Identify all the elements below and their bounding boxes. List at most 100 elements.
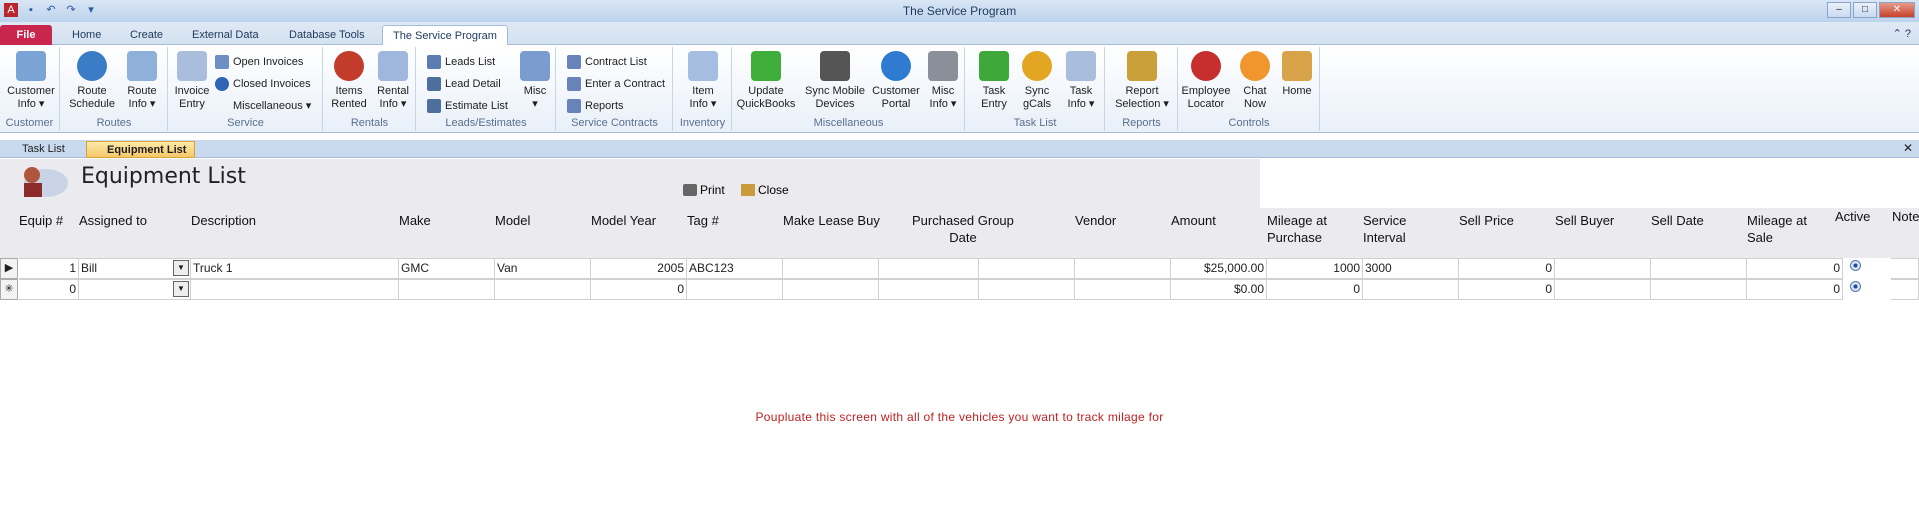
cell-date[interactable] xyxy=(979,258,1075,279)
cell-mileage-sale[interactable]: 0 xyxy=(1747,279,1843,300)
cell-make[interactable]: GMC xyxy=(399,258,495,279)
home-button[interactable]: Home xyxy=(1277,51,1317,98)
invoice-entry-button[interactable]: Invoice Entry xyxy=(171,51,213,111)
cell-service-interval[interactable]: 3000 xyxy=(1363,258,1459,279)
task-info-button[interactable]: Task Info ▾ xyxy=(1060,51,1102,111)
cell-vendor[interactable] xyxy=(1075,279,1171,300)
close-window-button[interactable]: ✕ xyxy=(1879,2,1915,18)
cell-description[interactable] xyxy=(191,279,399,300)
cell-equip[interactable]: 0 xyxy=(19,279,79,300)
update-quickbooks-button[interactable]: Update QuickBooks xyxy=(735,51,797,111)
cell-sell-date[interactable] xyxy=(1651,258,1747,279)
tab-create[interactable]: Create xyxy=(120,25,173,45)
cell-model-year[interactable]: 2005 xyxy=(591,258,687,279)
chrome-icon xyxy=(1022,51,1052,81)
sync-mobile-button[interactable]: Sync Mobile Devices xyxy=(801,51,869,111)
employee-locator-button[interactable]: Employee Locator xyxy=(1179,51,1233,111)
assigned-dropdown-arrow[interactable]: ▼ xyxy=(173,260,189,276)
cell-amount[interactable]: $0.00 xyxy=(1171,279,1267,300)
cell-amount[interactable]: $25,000.00 xyxy=(1171,258,1267,279)
minimize-button[interactable]: – xyxy=(1827,2,1851,18)
cell-purchased-group[interactable] xyxy=(879,258,979,279)
leads-list-button[interactable]: Leads List xyxy=(427,53,495,71)
tab-the-service-program[interactable]: The Service Program xyxy=(382,25,508,45)
item-info-button[interactable]: Item Info ▾ xyxy=(680,51,726,111)
group-miscellaneous: Update QuickBooks Sync Mobile Devices Cu… xyxy=(733,47,965,131)
cell-make-lease-buy[interactable] xyxy=(783,279,879,300)
maximize-button[interactable]: □ xyxy=(1853,2,1877,18)
cell-sell-date[interactable] xyxy=(1651,279,1747,300)
doc-tab-equipment-list[interactable]: Equipment List xyxy=(86,141,196,158)
cell-make[interactable] xyxy=(399,279,495,300)
help-icon[interactable]: ⌃ ? xyxy=(1893,27,1911,40)
contract-list-button[interactable]: Contract List xyxy=(567,53,647,71)
contract-reports-button[interactable]: Reports xyxy=(567,97,624,115)
items-rented-button[interactable]: Items Rented xyxy=(328,51,370,111)
lead-detail-button[interactable]: Lead Detail xyxy=(427,75,501,93)
cell-model[interactable] xyxy=(495,279,591,300)
cell-model[interactable]: Van xyxy=(495,258,591,279)
cell-mileage-purchase[interactable]: 0 xyxy=(1267,279,1363,300)
service-misc-dropdown[interactable]: Miscellaneous ▾ xyxy=(233,97,311,115)
cell-make-lease-buy[interactable] xyxy=(783,258,879,279)
misc-info-button[interactable]: Misc Info ▾ xyxy=(923,51,963,111)
task-entry-button[interactable]: Task Entry xyxy=(974,51,1014,111)
record-selector[interactable]: ▶ xyxy=(0,258,18,279)
cell-equip[interactable]: 1 xyxy=(19,258,79,279)
cell-tag[interactable] xyxy=(687,279,783,300)
col-active: Active xyxy=(1835,209,1871,224)
enter-contract-button[interactable]: Enter a Contract xyxy=(567,75,665,93)
assigned-dropdown-arrow[interactable]: ▼ xyxy=(173,281,189,297)
cell-note[interactable] xyxy=(1891,279,1919,300)
tab-external-data[interactable]: External Data xyxy=(182,25,269,45)
col-model: Model xyxy=(495,213,531,228)
cell-mileage-purchase[interactable]: 1000 xyxy=(1267,258,1363,279)
customer-info-button[interactable]: Customer Info ▾ xyxy=(4,51,58,111)
contract-reports-label: Reports xyxy=(585,100,624,112)
close-document-icon[interactable]: ✕ xyxy=(1903,141,1913,155)
open-invoices-button[interactable]: Open Invoices xyxy=(215,53,303,71)
estimate-list-button[interactable]: Estimate List xyxy=(427,97,508,115)
cell-sell-buyer[interactable] xyxy=(1555,279,1651,300)
active-radio[interactable] xyxy=(1850,281,1861,292)
items-rented-label: Items Rented xyxy=(331,85,367,110)
employee-locator-label: Employee Locator xyxy=(1181,85,1231,110)
closed-invoices-button[interactable]: Closed Invoices xyxy=(215,75,311,93)
cell-sell-buyer[interactable] xyxy=(1555,258,1651,279)
doc-tab-task-list[interactable]: Task List xyxy=(2,141,73,158)
report-selection-button[interactable]: Report Selection ▾ xyxy=(1110,51,1174,111)
report-selection-label: Report Selection ▾ xyxy=(1115,85,1169,110)
leads-misc-button[interactable]: Misc ▾ xyxy=(517,51,553,111)
customer-icon xyxy=(16,51,46,81)
cell-date[interactable] xyxy=(979,279,1075,300)
ribbon-tab-row: File Home Create External Data Database … xyxy=(0,22,1919,45)
active-radio[interactable] xyxy=(1850,260,1861,271)
rental-info-button[interactable]: Rental Info ▾ xyxy=(372,51,414,111)
sync-gcals-button[interactable]: Sync gCals xyxy=(1018,51,1056,111)
cell-service-interval[interactable] xyxy=(1363,279,1459,300)
cell-sell-price[interactable]: 0 xyxy=(1459,279,1555,300)
route-info-button[interactable]: Route Info ▾ xyxy=(119,51,165,111)
tab-file[interactable]: File xyxy=(0,25,52,45)
contract-list-icon xyxy=(567,55,581,69)
close-form-button[interactable]: Close xyxy=(741,183,789,197)
cell-tag[interactable]: ABC123 xyxy=(687,258,783,279)
quickbooks-icon xyxy=(751,51,781,81)
cell-purchased-group[interactable] xyxy=(879,279,979,300)
print-button[interactable]: Print xyxy=(683,183,725,197)
customer-portal-button[interactable]: Customer Portal xyxy=(871,51,921,111)
new-record-selector[interactable]: ✳ xyxy=(0,279,18,300)
tab-database-tools[interactable]: Database Tools xyxy=(279,25,375,45)
cell-sell-price[interactable]: 0 xyxy=(1459,258,1555,279)
chat-now-button[interactable]: Chat Now xyxy=(1235,51,1275,111)
route-schedule-button[interactable]: Route Schedule xyxy=(67,51,117,111)
cell-description[interactable]: Truck 1 xyxy=(191,258,399,279)
col-note: Note xyxy=(1892,209,1919,224)
cell-vendor[interactable] xyxy=(1075,258,1171,279)
cell-mileage-sale[interactable]: 0 xyxy=(1747,258,1843,279)
cell-model-year[interactable]: 0 xyxy=(591,279,687,300)
tab-home[interactable]: Home xyxy=(62,25,111,45)
group-leads-estimates: Leads List Lead Detail Estimate List Mis… xyxy=(417,47,556,131)
cell-note[interactable] xyxy=(1891,258,1919,279)
enter-contract-label: Enter a Contract xyxy=(585,78,666,90)
